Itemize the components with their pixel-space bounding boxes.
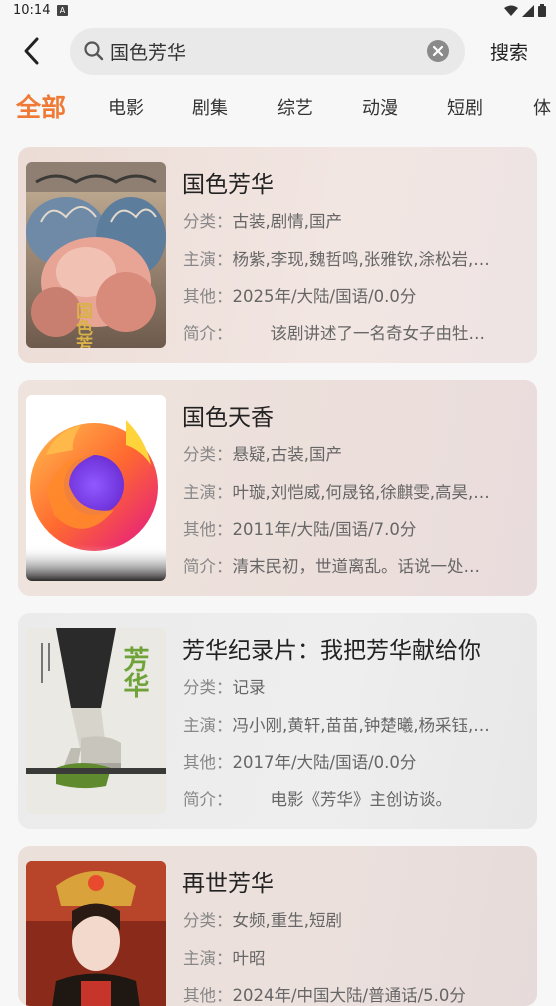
status-bar: 10:14 A xyxy=(0,0,556,22)
cast-label: 主演： xyxy=(183,483,233,502)
ballet-shoes-poster: 芳华 xyxy=(26,628,166,814)
firefox-logo-placeholder xyxy=(26,395,166,581)
poster-title-art: 芳华 xyxy=(119,646,149,698)
other-label: 其他： xyxy=(183,986,233,1005)
result-other: 其他：2025年/大陆/国语/0.0分 xyxy=(183,283,521,307)
search-icon xyxy=(84,41,104,61)
clear-search-button[interactable] xyxy=(427,40,449,62)
intro-value: 该剧讲述了一名奇女子由牡… xyxy=(270,324,486,343)
search-input[interactable] xyxy=(110,37,410,65)
search-box[interactable] xyxy=(70,28,465,75)
intro-label: 简介： xyxy=(183,557,233,576)
status-time: 10:14 xyxy=(13,3,51,18)
intro-label: 简介： xyxy=(183,324,233,343)
cast-value: 叶昭 xyxy=(232,949,266,968)
category-tabs: 全部 电影 剧集 综艺 动漫 短剧 体 xyxy=(0,88,556,128)
tab-all[interactable]: 全部 xyxy=(16,88,66,124)
search-header: 搜索 xyxy=(0,26,556,78)
result-card[interactable]: 再世芳华 分类：女频,重生,短剧 主演：叶昭 其他：2024年/中国大陆/普通话… xyxy=(18,846,537,1006)
cast-label: 主演： xyxy=(183,250,233,269)
intro-label: 简介： xyxy=(183,790,233,809)
poster-title-art: 国色芳华 xyxy=(72,302,93,348)
cast-value: 冯小刚,黄轩,苗苗,钟楚曦,杨采钰,… xyxy=(232,716,490,735)
result-category: 分类：悬疑,古装,国产 xyxy=(183,441,521,465)
result-category: 分类：女频,重生,短剧 xyxy=(183,907,521,931)
tab-short-drama[interactable]: 短剧 xyxy=(447,94,483,120)
cast-value: 叶璇,刘恺威,何晟铭,徐麒雯,高昊,… xyxy=(232,483,490,502)
category-value: 记录 xyxy=(232,678,266,697)
intro-value: 清末民初，世道离乱。话说一处… xyxy=(232,557,481,576)
result-cast: 主演：叶璇,刘恺威,何晟铭,徐麒雯,高昊,… xyxy=(183,479,521,503)
back-button[interactable] xyxy=(18,34,46,68)
result-card[interactable]: 芳华 芳华纪录片：我把芳华献给你 分类：记录 主演：冯小刚,黄轩,苗苗,钟楚曦,… xyxy=(18,613,537,829)
result-intro: 简介： 电影《芳华》主创访谈。 xyxy=(183,786,521,810)
result-cast: 主演：杨紫,李现,魏哲鸣,张雅钦,涂松岩,… xyxy=(183,246,521,270)
category-label: 分类： xyxy=(183,911,233,930)
poster-image xyxy=(26,395,166,581)
close-icon xyxy=(432,45,444,57)
category-label: 分类： xyxy=(183,445,233,464)
result-other: 其他：2024年/中国大陆/普通话/5.0分 xyxy=(183,982,521,1006)
tab-sports[interactable]: 体 xyxy=(533,94,551,120)
result-cast: 主演：冯小刚,黄轩,苗苗,钟楚曦,杨采钰,… xyxy=(183,712,521,736)
other-label: 其他： xyxy=(183,287,233,306)
result-intro: 简介： 该剧讲述了一名奇女子由牡… xyxy=(183,320,521,344)
cast-label: 主演： xyxy=(183,716,233,735)
tab-anime[interactable]: 动漫 xyxy=(362,94,398,120)
result-category: 分类：古装,剧情,国产 xyxy=(183,208,521,232)
category-value: 女频,重生,短剧 xyxy=(232,911,343,930)
wifi-icon xyxy=(504,5,518,16)
category-label: 分类： xyxy=(183,678,233,697)
tab-variety[interactable]: 综艺 xyxy=(277,94,313,120)
poster-image: 芳华 xyxy=(26,628,166,814)
battery-icon xyxy=(538,4,546,17)
result-other: 其他：2011年/大陆/国语/7.0分 xyxy=(183,516,521,540)
category-value: 悬疑,古装,国产 xyxy=(232,445,343,464)
result-card[interactable]: 国色芳华 国色芳华 分类：古装,剧情,国产 主演：杨紫,李现,魏哲鸣,张雅钦,涂… xyxy=(18,147,537,363)
result-cast: 主演：叶昭 xyxy=(183,945,521,969)
other-value: 2017年/大陆/国语/0.0分 xyxy=(232,753,417,772)
result-intro: 简介：清末民初，世道离乱。话说一处… xyxy=(183,553,521,577)
peony-poster-art: 国色芳华 xyxy=(26,162,166,348)
result-title: 再世芳华 xyxy=(182,871,274,897)
chevron-left-icon xyxy=(24,37,39,65)
other-value: 2011年/大陆/国语/7.0分 xyxy=(232,520,417,539)
result-title: 国色芳华 xyxy=(182,172,274,198)
result-other: 其他：2017年/大陆/国语/0.0分 xyxy=(183,749,521,773)
other-label: 其他： xyxy=(183,520,233,539)
actress-in-headdress-poster xyxy=(26,861,166,1006)
poster-image xyxy=(26,861,166,1006)
tab-movie[interactable]: 电影 xyxy=(108,94,144,120)
signal-icon xyxy=(522,4,534,17)
result-title: 芳华纪录片：我把芳华献给你 xyxy=(182,638,481,664)
tab-series[interactable]: 剧集 xyxy=(192,94,228,120)
status-icons xyxy=(504,4,546,17)
search-button[interactable]: 搜索 xyxy=(490,38,528,65)
other-value: 2024年/中国大陆/普通话/5.0分 xyxy=(232,986,466,1005)
category-label: 分类： xyxy=(183,212,233,231)
result-category: 分类：记录 xyxy=(183,674,521,698)
category-value: 古装,剧情,国产 xyxy=(232,212,343,231)
result-title: 国色天香 xyxy=(182,405,274,431)
cast-value: 杨紫,李现,魏哲鸣,张雅钦,涂松岩,… xyxy=(232,250,490,269)
other-label: 其他： xyxy=(183,753,233,772)
result-card[interactable]: 国色天香 分类：悬疑,古装,国产 主演：叶璇,刘恺威,何晟铭,徐麒雯,高昊,… … xyxy=(18,380,537,596)
cast-label: 主演： xyxy=(183,949,233,968)
notification-icon: A xyxy=(57,5,68,16)
other-value: 2025年/大陆/国语/0.0分 xyxy=(232,287,417,306)
intro-value: 电影《芳华》主创访谈。 xyxy=(270,790,453,809)
poster-image: 国色芳华 xyxy=(26,162,166,348)
